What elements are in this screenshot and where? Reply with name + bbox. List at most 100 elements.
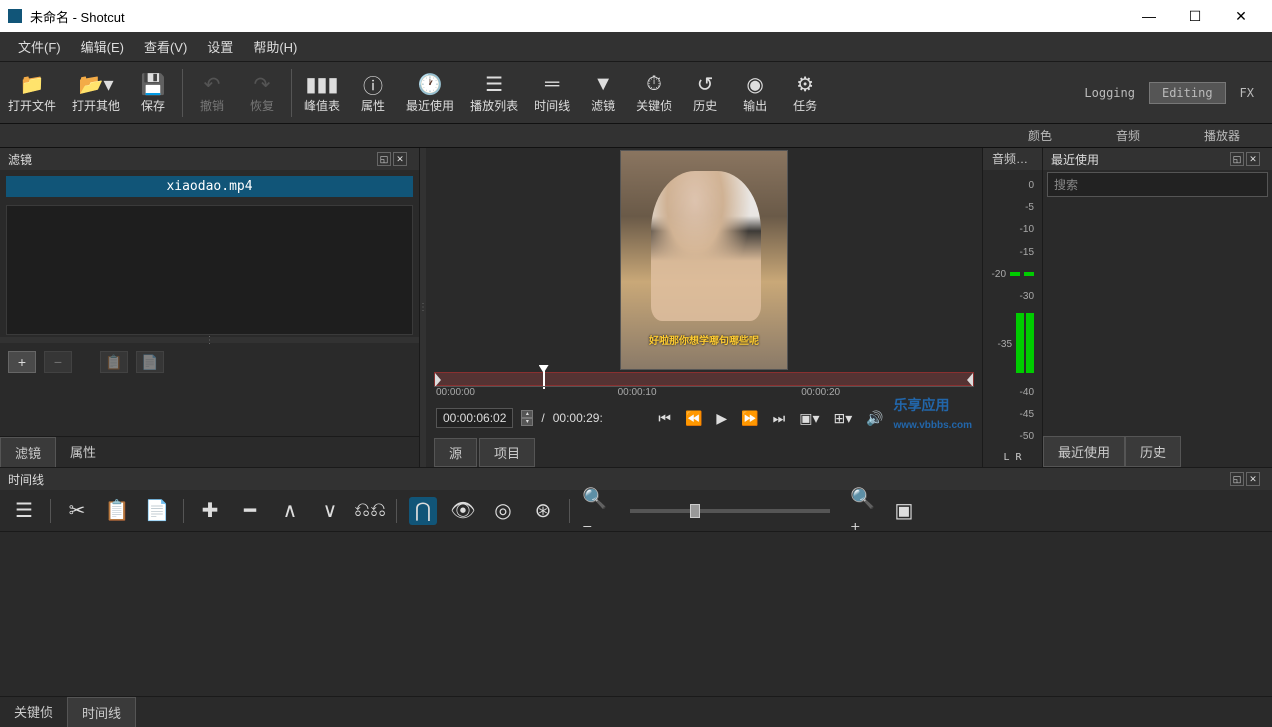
- fast-forward-button[interactable]: ⏩: [738, 410, 761, 427]
- timeline-button[interactable]: ═时间线: [526, 63, 578, 123]
- tab-timeline[interactable]: 时间线: [67, 697, 136, 727]
- filters-button[interactable]: ▼滤镜: [578, 63, 628, 123]
- timeline-canvas[interactable]: [0, 532, 1272, 696]
- tc-down-button[interactable]: ▾: [521, 418, 533, 426]
- maximize-button[interactable]: ☐: [1172, 0, 1218, 32]
- tc-up-button[interactable]: ▴: [521, 410, 533, 418]
- save-button[interactable]: 💾保存: [128, 63, 178, 123]
- close-button[interactable]: ✕: [1218, 0, 1264, 32]
- paste-filter-button[interactable]: 📄: [136, 351, 164, 373]
- audio-meter-panel: 音频… 0 -5 -10 -15 -20 -30 -35 -40 -45 -50…: [982, 148, 1042, 467]
- out-point-icon[interactable]: [967, 373, 973, 387]
- keyframes-button[interactable]: ⏱关键侦: [628, 63, 680, 123]
- tab-keyframes[interactable]: 关键侦: [0, 697, 67, 727]
- skip-end-button[interactable]: ⏭: [770, 410, 789, 427]
- bottom-tabs: 关键侦 时间线: [0, 696, 1272, 727]
- open-file-button[interactable]: 📁打开文件: [0, 63, 64, 123]
- open-other-button[interactable]: 📂▾打开其他: [64, 63, 128, 123]
- snap-button[interactable]: ⋂: [409, 497, 437, 525]
- history-icon: ↺: [697, 71, 714, 97]
- remove-filter-button[interactable]: −: [44, 351, 72, 373]
- panel-close-icon[interactable]: ✕: [393, 152, 407, 166]
- history-button[interactable]: ↺历史: [680, 63, 730, 123]
- mode-logging[interactable]: Logging: [1072, 83, 1147, 103]
- timeline-menu-button[interactable]: ☰: [10, 497, 38, 525]
- append-button[interactable]: ✚: [196, 497, 224, 525]
- play-button[interactable]: ▶: [713, 410, 730, 427]
- zoom-out-button[interactable]: 🔍₋: [582, 497, 610, 525]
- tab-properties[interactable]: 属性: [56, 437, 110, 467]
- menu-file[interactable]: 文件(F): [8, 33, 71, 60]
- tab-recent[interactable]: 最近使用: [1043, 436, 1125, 467]
- list-icon: ☰: [485, 71, 503, 97]
- tab-project[interactable]: 项目: [479, 438, 535, 467]
- copy-filter-button[interactable]: 📋: [100, 351, 128, 373]
- rewind-button[interactable]: ⏪: [682, 410, 705, 427]
- cut-button[interactable]: ✂: [63, 497, 91, 525]
- video-frame: 好啦那你想学哪句哪些呢: [620, 150, 788, 370]
- overwrite-button[interactable]: ∨: [316, 497, 344, 525]
- undock-icon[interactable]: ◱: [377, 152, 391, 166]
- panel-close-icon[interactable]: ✕: [1246, 472, 1260, 486]
- properties-button[interactable]: ⓘ属性: [348, 63, 398, 123]
- tab-source[interactable]: 源: [434, 438, 477, 467]
- timeline-toolbar: ☰ ✂ 📋 📄 ✚ ━ ∧ ∨ ⎌⎌ ⋂ 👁 ◎ ⊛ 🔍₋ 🔍₊ ▣: [0, 490, 1272, 532]
- tab-filters[interactable]: 滤镜: [0, 437, 56, 467]
- zoom-fit-button[interactable]: ▣: [890, 497, 918, 525]
- timeline-header: 时间线 ◱✕: [0, 468, 1272, 490]
- app-logo-icon: [8, 9, 22, 23]
- minimize-button[interactable]: ―: [1126, 0, 1172, 32]
- mode-color[interactable]: 颜色: [1016, 124, 1064, 147]
- player-panel: 好啦那你想学哪句哪些呢 00:00:00 00:00:10 00:00:20 0…: [426, 148, 982, 467]
- undock-icon[interactable]: ◱: [1230, 472, 1244, 486]
- save-icon: 💾: [141, 71, 166, 97]
- clip-item[interactable]: xiaodao.mp4: [6, 176, 413, 197]
- zoom-in-button[interactable]: 🔍₊: [850, 497, 878, 525]
- timecode-current[interactable]: 00:00:06:02: [436, 408, 513, 428]
- peak-meter-button[interactable]: ▮▮▮峰值表: [296, 63, 348, 123]
- in-point-icon[interactable]: [435, 373, 441, 387]
- filters-panel-header: 滤镜 ◱✕: [0, 148, 419, 170]
- menu-settings[interactable]: 设置: [197, 33, 243, 60]
- add-filter-button[interactable]: +: [8, 351, 36, 373]
- skip-start-button[interactable]: ⏮: [655, 410, 674, 427]
- mode-fx[interactable]: FX: [1228, 83, 1266, 103]
- redo-button[interactable]: ↷恢复: [237, 63, 287, 123]
- grid-dropdown[interactable]: ⊞▾: [830, 410, 855, 427]
- jobs-button[interactable]: ⚙任务: [780, 63, 830, 123]
- funnel-icon: ▼: [593, 71, 613, 97]
- recent-button[interactable]: 🕐最近使用: [398, 63, 462, 123]
- menu-help[interactable]: 帮助(H): [243, 33, 307, 60]
- meter-lr-label: L R: [983, 452, 1042, 467]
- menu-edit[interactable]: 编辑(E): [71, 33, 134, 60]
- zoom-thumb[interactable]: [690, 504, 700, 518]
- zoom-dropdown[interactable]: ▣▾: [796, 410, 822, 427]
- ripple-button[interactable]: ◎: [489, 497, 517, 525]
- filters-panel: 滤镜 ◱✕ xiaodao.mp4 ⋮ + − 📋 📄 滤镜 属性: [0, 148, 420, 467]
- lift-button[interactable]: ∧: [276, 497, 304, 525]
- ripple-all-button[interactable]: ⊛: [529, 497, 557, 525]
- export-button[interactable]: ◉输出: [730, 63, 780, 123]
- playlist-button[interactable]: ☰播放列表: [462, 63, 526, 123]
- mode-player[interactable]: 播放器: [1192, 124, 1252, 147]
- video-viewport[interactable]: 好啦那你想学哪句哪些呢: [426, 148, 982, 372]
- undo-button[interactable]: ↶撤销: [187, 63, 237, 123]
- mode-audio[interactable]: 音频: [1104, 124, 1152, 147]
- search-input[interactable]: 搜索: [1047, 172, 1268, 197]
- menu-view[interactable]: 查看(V): [134, 33, 197, 60]
- panel-close-icon[interactable]: ✕: [1246, 152, 1260, 166]
- undock-icon[interactable]: ◱: [1230, 152, 1244, 166]
- remove-button[interactable]: ━: [236, 497, 264, 525]
- folder-open-icon: 📂▾: [79, 71, 114, 97]
- video-caption: 好啦那你想学哪句哪些呢: [621, 332, 787, 347]
- copy-button[interactable]: 📋: [103, 497, 131, 525]
- timeline-panel: 时间线 ◱✕ ☰ ✂ 📋 📄 ✚ ━ ∧ ∨ ⎌⎌ ⋂ 👁 ◎ ⊛ 🔍₋ 🔍₊ …: [0, 467, 1272, 727]
- tab-history[interactable]: 历史: [1125, 436, 1181, 467]
- volume-button[interactable]: 🔊: [863, 410, 886, 427]
- mode-editing[interactable]: Editing: [1149, 82, 1226, 104]
- zoom-slider[interactable]: [630, 509, 830, 513]
- split-button[interactable]: ⎌⎌: [356, 497, 384, 525]
- scrub-button[interactable]: 👁: [449, 497, 477, 525]
- filter-list-area: [6, 205, 413, 335]
- paste-button[interactable]: 📄: [143, 497, 171, 525]
